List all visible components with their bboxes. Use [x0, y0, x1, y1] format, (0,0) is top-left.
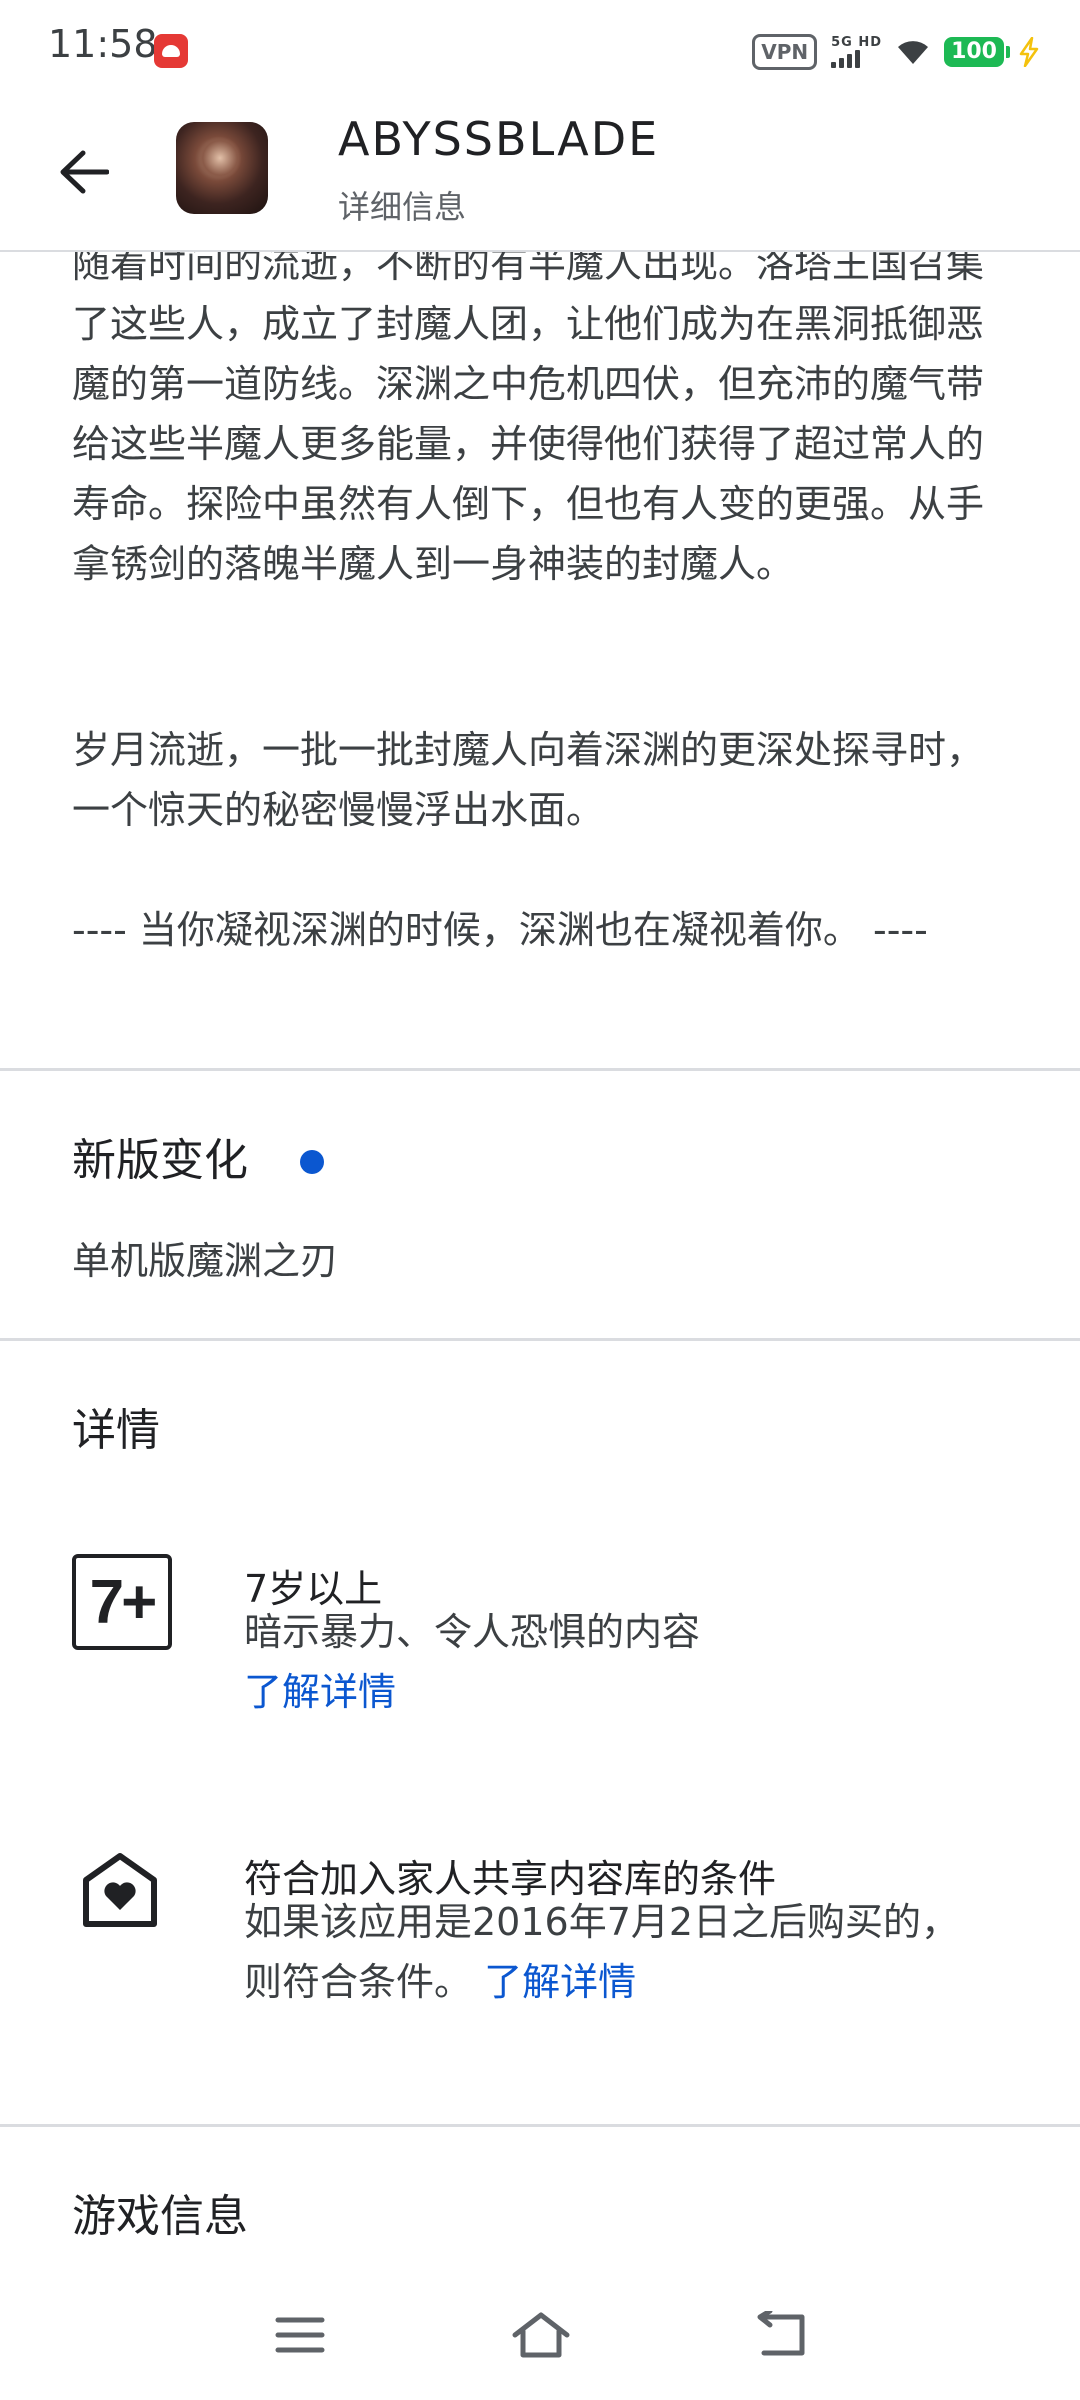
home-icon	[512, 2312, 570, 2358]
notification-app-icon	[154, 34, 188, 68]
description-paragraph: 岁月流逝，一批一批封魔人向着深渊的更深处探寻时，一个惊天的秘密慢慢浮出水面。	[72, 728, 985, 832]
section-divider	[0, 1338, 1080, 1341]
app-header: ABYSSBLADE 详细信息	[0, 100, 1080, 252]
app-icon	[176, 122, 268, 214]
whats-new-text: 单机版魔渊之刃	[72, 1239, 339, 1283]
family-library-description: 如果该应用是2016年7月2日之后购买的，则符合条件。 了解详情	[244, 1892, 984, 2012]
home-button[interactable]	[496, 2300, 586, 2370]
back-arrow-icon	[60, 150, 109, 194]
family-library-learn-more-link[interactable]: 了解详情	[484, 1960, 636, 2004]
recents-button[interactable]	[255, 2300, 345, 2370]
age-rating-description: 暗示暴力、令人恐惧的内容	[244, 1610, 701, 1654]
status-time: 11:58	[48, 22, 158, 66]
page-subtitle: 详细信息	[338, 188, 467, 226]
game-info-title: 游戏信息	[72, 2191, 248, 2242]
back-button[interactable]	[48, 136, 120, 208]
battery-indicator: 100	[944, 37, 1010, 67]
section-divider	[0, 1068, 1080, 1071]
new-indicator-dot	[300, 1150, 324, 1174]
age-rating-learn-more-link[interactable]: 了解详情	[244, 1662, 984, 1722]
status-bar: 11:58 VPN 5G HD 100	[0, 0, 1080, 100]
menu-icon	[275, 2317, 325, 2353]
system-nav-bar	[0, 2260, 1080, 2400]
whats-new-title: 新版变化	[72, 1135, 248, 1186]
details-title: 详情	[72, 1405, 160, 1456]
section-divider	[0, 2124, 1080, 2127]
description-tagline: ---- 当你凝视深渊的时候，深渊也在凝视着你。 ----	[72, 908, 928, 952]
wifi-icon	[898, 41, 929, 64]
network-label: 5G HD	[831, 35, 883, 50]
app-title: ABYSSBLADE	[338, 112, 660, 166]
status-indicators: VPN 5G HD 100	[752, 30, 1040, 74]
back-icon	[757, 2311, 805, 2356]
charging-icon	[1019, 37, 1039, 67]
family-library-icon	[83, 1853, 157, 1927]
age-rating-icon: 7+	[72, 1554, 172, 1650]
cellular-signal-icon: 5G HD	[831, 36, 882, 68]
back-nav-button[interactable]	[736, 2300, 826, 2370]
vpn-badge: VPN	[752, 34, 818, 70]
description-paragraph: 随着时间的流逝，不断的有半魔人出现。洛塔王国召集了这些人，成立了封魔人团，让他们…	[72, 242, 985, 586]
